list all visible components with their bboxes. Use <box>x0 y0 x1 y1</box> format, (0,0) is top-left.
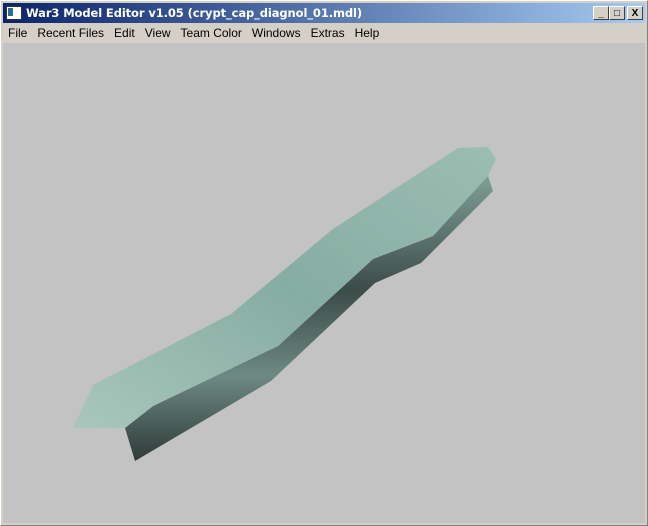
window-title: War3 Model Editor v1.05 (crypt_cap_diagn… <box>26 6 363 20</box>
close-button[interactable]: X <box>627 6 643 20</box>
menu-recent-files[interactable]: Recent Files <box>32 26 109 40</box>
model-render <box>73 147 496 461</box>
maximize-button[interactable]: □ <box>609 6 625 20</box>
minimize-button[interactable]: _ <box>593 6 609 20</box>
app-window: War3 Model Editor v1.05 (crypt_cap_diagn… <box>0 0 648 526</box>
menu-view[interactable]: View <box>140 26 176 40</box>
menu-windows[interactable]: Windows <box>247 26 306 40</box>
menu-team-color[interactable]: Team Color <box>176 26 247 40</box>
menu-bar: File Recent Files Edit View Team Color W… <box>3 24 645 42</box>
menu-edit[interactable]: Edit <box>109 26 140 40</box>
menu-help[interactable]: Help <box>350 26 385 40</box>
menu-extras[interactable]: Extras <box>306 26 350 40</box>
model-top-face <box>73 147 496 428</box>
3d-viewport[interactable] <box>3 43 645 523</box>
title-bar[interactable]: War3 Model Editor v1.05 (crypt_cap_diagn… <box>3 3 645 23</box>
menu-file[interactable]: File <box>3 26 32 40</box>
app-icon <box>6 6 22 20</box>
